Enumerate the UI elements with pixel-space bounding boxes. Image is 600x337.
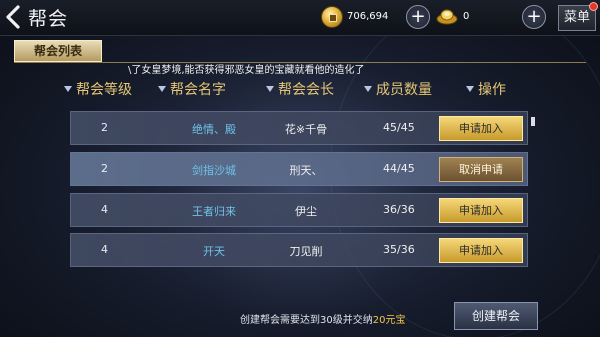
column-header-level: 帮会等级 <box>64 79 132 99</box>
guild-level: 2 <box>101 162 108 175</box>
column-header-action: 操作 <box>466 79 506 99</box>
back-arrow-icon[interactable] <box>4 4 22 30</box>
requirement-cost: 20元宝 <box>372 315 406 326</box>
guild-row[interactable]: 4 开天 刀见削 35/36 申请加入 <box>70 233 528 267</box>
guild-name: 绝情、殿 <box>192 123 236 136</box>
create-guild-button[interactable]: 创建帮会 <box>454 302 538 330</box>
guild-name: 剑指沙城 <box>192 164 236 177</box>
coin-amount: 706,694 <box>347 11 389 22</box>
add-coins-button[interactable]: + <box>406 5 430 29</box>
guild-row[interactable]: 2 绝情、殿 花※千骨 45/45 申请加入 <box>70 111 528 145</box>
list-scrollbar[interactable] <box>531 117 535 126</box>
cancel-application-button[interactable]: 取消申请 <box>439 157 523 182</box>
triangle-icon <box>266 86 274 92</box>
apply-join-button[interactable]: 申请加入 <box>439 198 523 223</box>
apply-join-button[interactable]: 申请加入 <box>439 238 523 263</box>
guild-level: 4 <box>101 243 108 256</box>
guild-row[interactable]: 4 王者归来 伊尘 36/36 申请加入 <box>70 193 528 227</box>
guild-member-count: 45/45 <box>383 121 415 134</box>
guild-leader: 伊尘 <box>295 205 317 218</box>
guild-leader: 刑天、 <box>289 164 323 177</box>
tab-guild-list[interactable]: 帮会列表 <box>14 40 102 62</box>
gold-ingot-icon <box>436 9 458 25</box>
gold-amount: 0 <box>463 11 470 22</box>
guild-name: 王者归来 <box>192 205 236 218</box>
top-bar: 帮会 706,694 + 0 + 菜单 <box>0 0 600 36</box>
guild-member-count: 36/36 <box>383 203 415 216</box>
guild-member-count: 35/36 <box>383 243 415 256</box>
scrolling-notice: \了女皇梦境,能否获得邪恶女皇的宝藏就看他的造化了 <box>128 65 365 76</box>
guild-level: 4 <box>101 203 108 216</box>
guild-leader: 花※千骨 <box>284 123 328 136</box>
create-requirement-text: 创建帮会需要达到30级并交纳20元宝 <box>240 315 406 326</box>
triangle-icon <box>64 86 72 92</box>
coin-icon <box>321 6 343 28</box>
apply-join-button[interactable]: 申请加入 <box>439 116 523 141</box>
guild-level: 2 <box>101 121 108 134</box>
column-header-members: 成员数量 <box>364 79 432 99</box>
add-gold-button[interactable]: + <box>522 5 546 29</box>
notification-dot <box>589 2 598 11</box>
guild-name: 开天 <box>203 245 225 258</box>
triangle-icon <box>466 86 474 92</box>
guild-leader: 刀见削 <box>289 245 323 258</box>
column-header-name: 帮会名字 <box>158 79 226 99</box>
guild-member-count: 44/45 <box>383 162 415 175</box>
triangle-icon <box>364 86 372 92</box>
guild-row[interactable]: 2 剑指沙城 刑天、 44/45 取消申请 <box>70 152 528 186</box>
triangle-icon <box>158 86 166 92</box>
column-header-leader: 帮会会长 <box>266 79 334 99</box>
page-title: 帮会 <box>28 8 69 30</box>
